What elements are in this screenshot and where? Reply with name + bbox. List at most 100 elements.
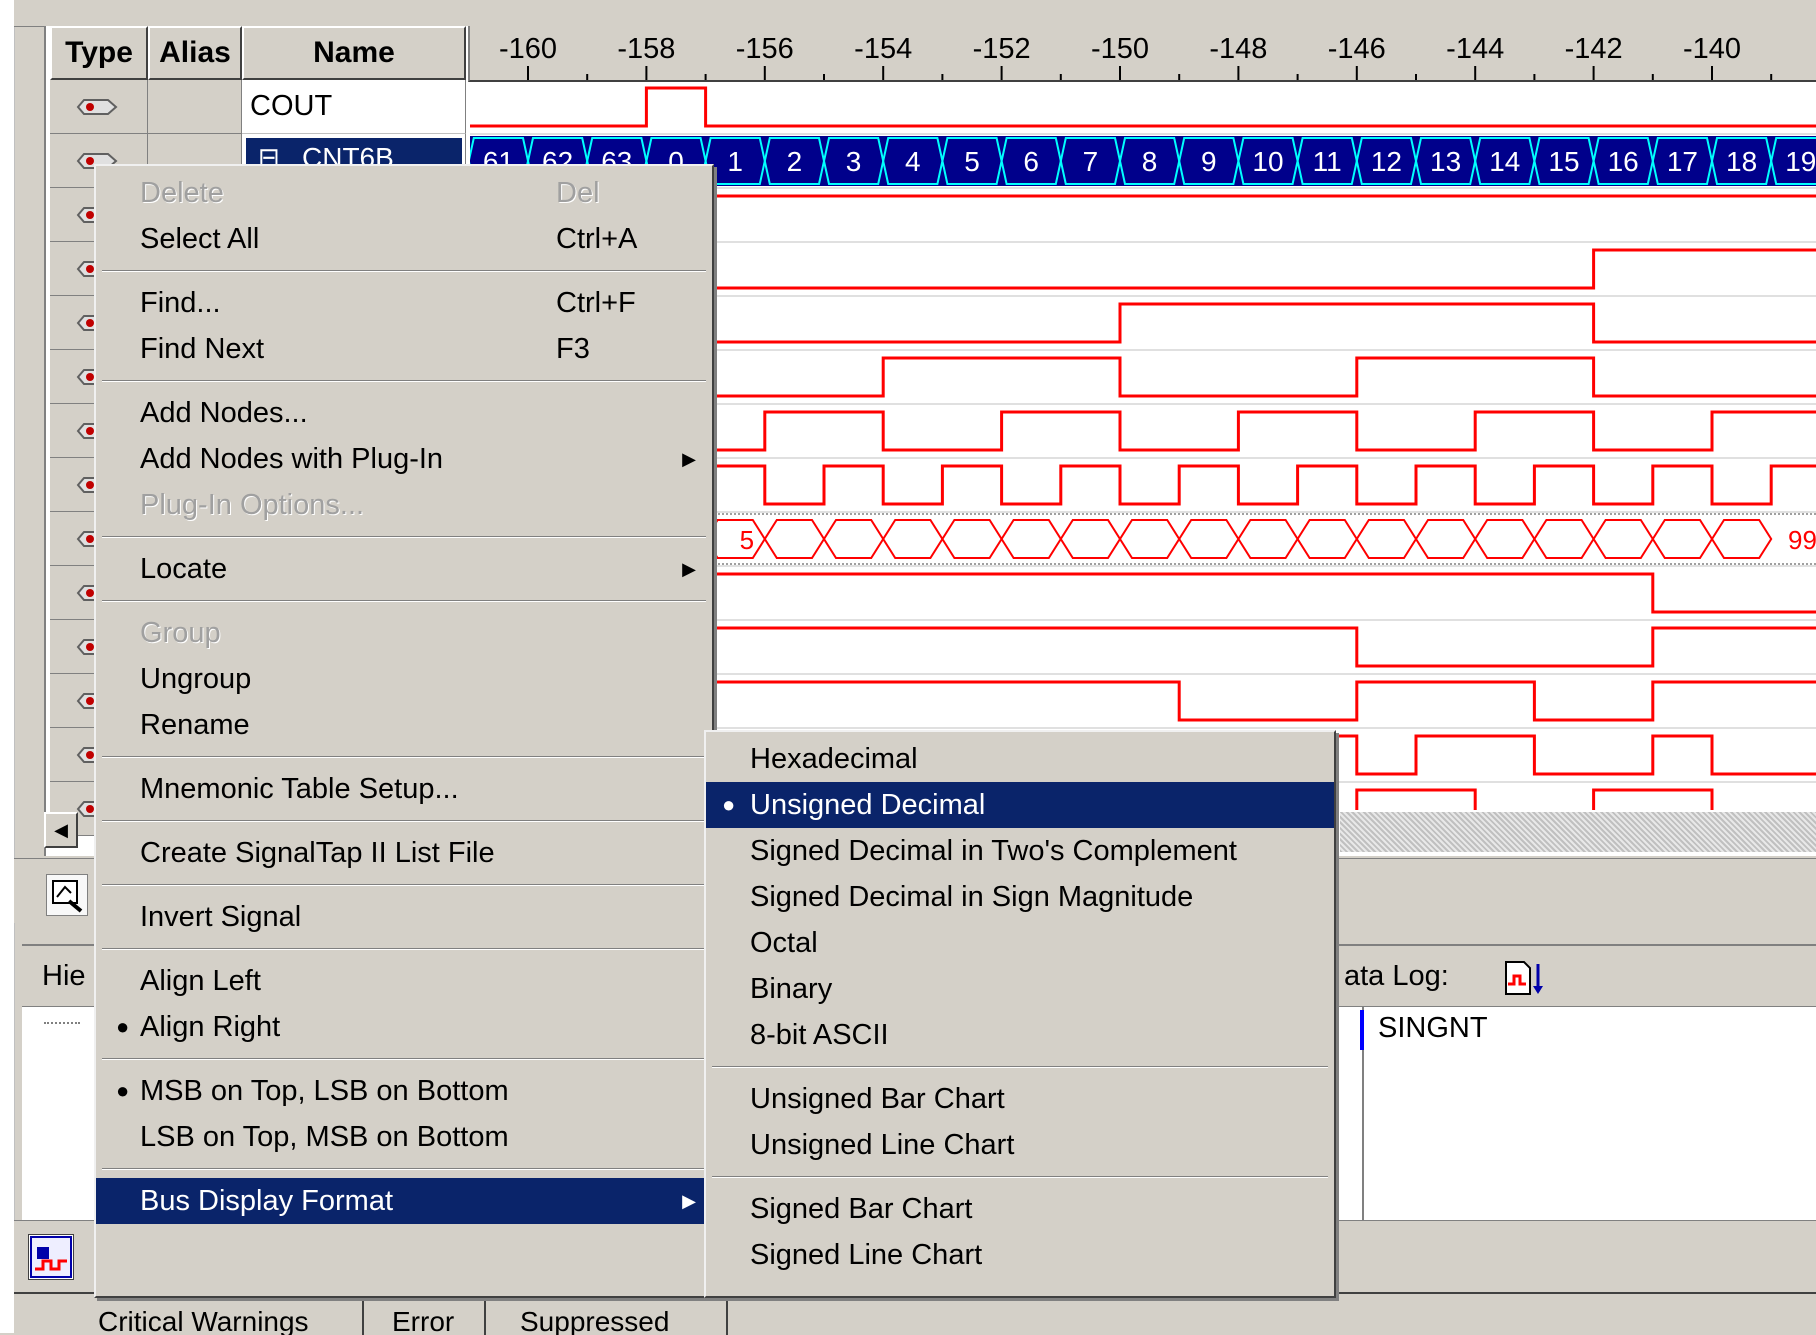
menu-item-label: Add Nodes with Plug-In [140, 442, 444, 475]
bus-value-label: 19 [1785, 146, 1816, 177]
waveform-cout[interactable] [470, 86, 1816, 128]
bus-value-label: 9 [1201, 146, 1217, 177]
menu-item-label: Bus Display Format [140, 1184, 394, 1217]
tab-error[interactable]: Error [364, 1294, 486, 1335]
menu-item-signed-decimal-in-two-s-complement[interactable]: Signed Decimal in Two's Complement [706, 828, 1334, 874]
menu-item-8-bit-ascii[interactable]: 8-bit ASCII [706, 1012, 1334, 1058]
menu-item-add-nodes-with-plug-in[interactable]: Add Nodes with Plug-In ▶ [96, 436, 712, 482]
bus-value-label: 4 [905, 146, 921, 177]
column-header-type[interactable]: Type [50, 26, 148, 80]
ruler-tick-label: -158 [617, 33, 675, 65]
menu-item-locate[interactable]: Locate ▶ [96, 546, 712, 592]
column-header-alias[interactable]: Alias [148, 26, 242, 80]
bus-value-label: 3 [846, 146, 862, 177]
menu-item-align-left[interactable]: Align Left [96, 958, 712, 1004]
menu-separator [102, 884, 706, 886]
menu-item-unsigned-bar-chart[interactable]: Unsigned Bar Chart [706, 1076, 1334, 1122]
menu-item-label: Find Next [140, 332, 265, 365]
bus-segment-row9 [1533, 519, 1595, 559]
menu-item-label: Invert Signal [140, 900, 302, 933]
time-ruler[interactable]: -160 -158 -156 -154 -152 -150 -148 -146 -144 -142… [468, 26, 1816, 82]
node-pin-icon [74, 96, 120, 118]
menu-item-select-all[interactable]: Select All Ctrl+A [96, 216, 712, 262]
bus-segment-row9 [704, 519, 766, 559]
menu-item-shortcut: Ctrl+A [556, 222, 638, 255]
bus-value-label: 2 [787, 146, 803, 177]
menu-item-bus-display-format[interactable]: Bus Display Format ▶ [96, 1178, 712, 1224]
node-alias-cell[interactable] [148, 80, 242, 134]
menu-item-label: Rename [140, 708, 250, 741]
bus-segment-row9 [1592, 519, 1654, 559]
menu-item-label: Align Right [140, 1010, 281, 1043]
menu-separator [712, 1176, 1328, 1178]
horizontal-scrollbar-track[interactable] [1340, 812, 1816, 852]
menu-item-label: Signed Decimal in Sign Magnitude [750, 880, 1194, 913]
ruler-tick-label: -142 [1565, 33, 1623, 65]
menu-item-msb-on-top-lsb-on-bottom[interactable]: ● MSB on Top, LSB on Bottom [96, 1068, 712, 1114]
menu-item-label: Signed Line Chart [750, 1238, 983, 1271]
bus-value-label: 13 [1430, 146, 1461, 177]
menu-item-label: Unsigned Bar Chart [750, 1082, 1005, 1115]
menu-item-label: Signed Decimal in Two's Complement [750, 834, 1237, 867]
menu-item-label: LSB on Top, MSB on Bottom [140, 1120, 509, 1153]
tab-critical-warnings[interactable]: Critical Warnings [42, 1294, 364, 1335]
menu-item-label: Unsigned Decimal [750, 788, 986, 821]
menu-item-signed-decimal-in-sign-magnitude[interactable]: Signed Decimal in Sign Magnitude [706, 874, 1334, 920]
menu-item-label: Mnemonic Table Setup... [140, 772, 459, 805]
menu-item-signed-bar-chart[interactable]: Signed Bar Chart [706, 1186, 1334, 1232]
menu-item-label: Create SignalTap II List File [140, 836, 495, 869]
menu-item-align-right[interactable]: ● Align Right [96, 1004, 712, 1050]
menu-item-add-nodes[interactable]: Add Nodes... [96, 390, 712, 436]
ruler-tick-label: -152 [973, 33, 1031, 65]
bus-segment-row9 [1651, 519, 1714, 559]
instance-name[interactable]: SINGNT [1378, 1012, 1488, 1045]
menu-separator [102, 600, 706, 602]
menu-item-label: Hexadecimal [750, 742, 918, 775]
bus-segment-row9 [1414, 519, 1477, 559]
signal-name-label: COUT [250, 90, 333, 122]
menu-item-find-next[interactable]: Find Next F3 [96, 326, 712, 372]
menu-item-label: Locate [140, 552, 228, 585]
menu-item-plug-in-options: Plug-In Options... [96, 482, 712, 528]
column-header-name[interactable]: Name [242, 26, 466, 80]
menu-separator [102, 270, 706, 272]
context-menu: Delete Del Select All Ctrl+A Find... Ctrl+F Fi… [94, 164, 714, 1298]
menu-separator [102, 820, 706, 822]
bus-segment-row9 [1000, 519, 1062, 559]
data-log-label: ata Log: [1344, 960, 1449, 992]
menu-item-find[interactable]: Find... Ctrl+F [96, 280, 712, 326]
menu-item-shortcut: Ctrl+F [556, 286, 636, 319]
bus-display-format-submenu: Hexadecimal ● Unsigned Decimal Signed Decim… [704, 730, 1336, 1298]
node-type-cell[interactable] [50, 80, 148, 134]
ruler-ticks: -160 -158 -156 -154 -152 -150 -148 -146 -144 -142… [499, 33, 1773, 80]
menu-item-binary[interactable]: Binary [706, 966, 1334, 1012]
data-log-icon[interactable] [1500, 958, 1546, 998]
bus-value-label: 11 [1313, 146, 1342, 177]
menu-item-unsigned-decimal[interactable]: ● Unsigned Decimal [706, 782, 1334, 828]
menu-separator [102, 380, 706, 382]
menu-item-ungroup[interactable]: Ungroup [96, 656, 712, 702]
menu-item-hexadecimal[interactable]: Hexadecimal [706, 736, 1334, 782]
tab-suppressed[interactable]: Suppressed [486, 1294, 728, 1335]
zoom-tool-icon[interactable] [46, 874, 88, 916]
row9-value-right: 99 [1788, 525, 1816, 555]
scroll-left-button[interactable]: ◀ [44, 812, 78, 848]
menu-item-invert-signal[interactable]: Invert Signal [96, 894, 712, 940]
bus-segment-row9 [1118, 519, 1181, 559]
menu-separator [102, 1058, 706, 1060]
bus-value-label: 14 [1489, 146, 1520, 177]
bus-value-label: 12 [1371, 146, 1402, 177]
bus-value-label: 8 [1142, 146, 1158, 177]
menu-item-unsigned-line-chart[interactable]: Unsigned Line Chart [706, 1122, 1334, 1168]
menu-item-label: Plug-In Options... [140, 488, 365, 521]
menu-item-create-signaltap-ii-list-file[interactable]: Create SignalTap II List File [96, 830, 712, 876]
menu-item-octal[interactable]: Octal [706, 920, 1334, 966]
menu-item-rename[interactable]: Rename [96, 702, 712, 748]
menu-item-mnemonic-table-setup[interactable]: Mnemonic Table Setup... [96, 766, 712, 812]
ruler-tick-label: -154 [854, 33, 912, 65]
signaltap-icon[interactable] [28, 1234, 74, 1280]
signal-name-cout[interactable]: COUT [242, 80, 466, 134]
menu-item-signed-line-chart[interactable]: Signed Line Chart [706, 1232, 1334, 1278]
menu-item-lsb-on-top-msb-on-bottom[interactable]: LSB on Top, MSB on Bottom [96, 1114, 712, 1160]
radio-bullet-icon: ● [116, 1078, 130, 1103]
